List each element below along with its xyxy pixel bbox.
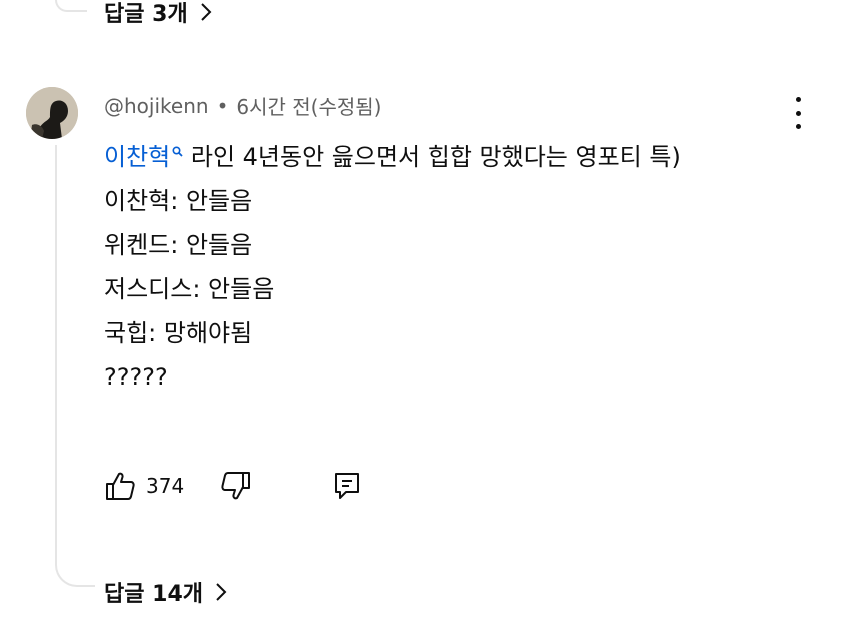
comment-time[interactable]: 6시간 전(수정됨) bbox=[236, 91, 381, 120]
thumbs-up-icon bbox=[106, 472, 135, 500]
like-count: 374 bbox=[146, 474, 185, 498]
author-handle[interactable]: @hojikenn bbox=[104, 94, 209, 118]
more-vertical-icon[interactable] bbox=[788, 97, 808, 129]
reply-comment-icon bbox=[335, 473, 360, 499]
avatar[interactable] bbox=[26, 87, 78, 139]
thread-line-main bbox=[55, 145, 95, 587]
menu-dot bbox=[795, 97, 801, 102]
comment-line: 이찬혁 라인 4년동안 읊으면서 힙합 망했다는 영포티 특) bbox=[104, 130, 794, 179]
chevron-right-icon bbox=[215, 582, 227, 602]
replies-count-label: 답글 3개 bbox=[104, 2, 188, 27]
menu-dot bbox=[795, 110, 801, 116]
menu-dot bbox=[795, 124, 801, 129]
comment-line: 저스디스: 안들음 bbox=[104, 275, 275, 303]
comment-line: 국힙: 망해야됨 bbox=[104, 319, 253, 347]
meta-separator: • bbox=[216, 93, 229, 118]
replies-toggle-top[interactable]: 답글 3개 bbox=[104, 0, 212, 28]
replies-toggle-bottom[interactable]: 답글 14개 bbox=[104, 576, 227, 608]
comment-line: 이찬혁: 안들음 bbox=[104, 187, 253, 215]
comment-line: ????? bbox=[104, 363, 168, 391]
comment-line: 위켄드: 안들음 bbox=[104, 231, 253, 259]
comment-text: 라인 4년동안 읊으면서 힙합 망했다는 영포티 특) bbox=[183, 143, 681, 171]
like-button[interactable]: 374 bbox=[104, 470, 184, 502]
comment-actions: 374 bbox=[104, 467, 362, 505]
comment-body: 이찬혁 라인 4년동안 읊으면서 힙합 망했다는 영포티 특) 이찬혁: 안들음… bbox=[104, 130, 794, 399]
search-icon bbox=[172, 143, 183, 161]
thumbs-down-icon bbox=[221, 472, 251, 500]
replies-count-label: 답글 14개 bbox=[104, 582, 203, 607]
reply-button[interactable] bbox=[332, 470, 362, 502]
mention-link[interactable]: 이찬혁 bbox=[104, 143, 183, 171]
dislike-button[interactable] bbox=[220, 470, 252, 502]
comment-meta: @hojikenn • 6시간 전(수정됨) bbox=[104, 91, 381, 120]
mention-name: 이찬혁 bbox=[104, 143, 171, 171]
thread-line-top bbox=[55, 0, 87, 12]
chevron-right-icon bbox=[200, 2, 212, 22]
